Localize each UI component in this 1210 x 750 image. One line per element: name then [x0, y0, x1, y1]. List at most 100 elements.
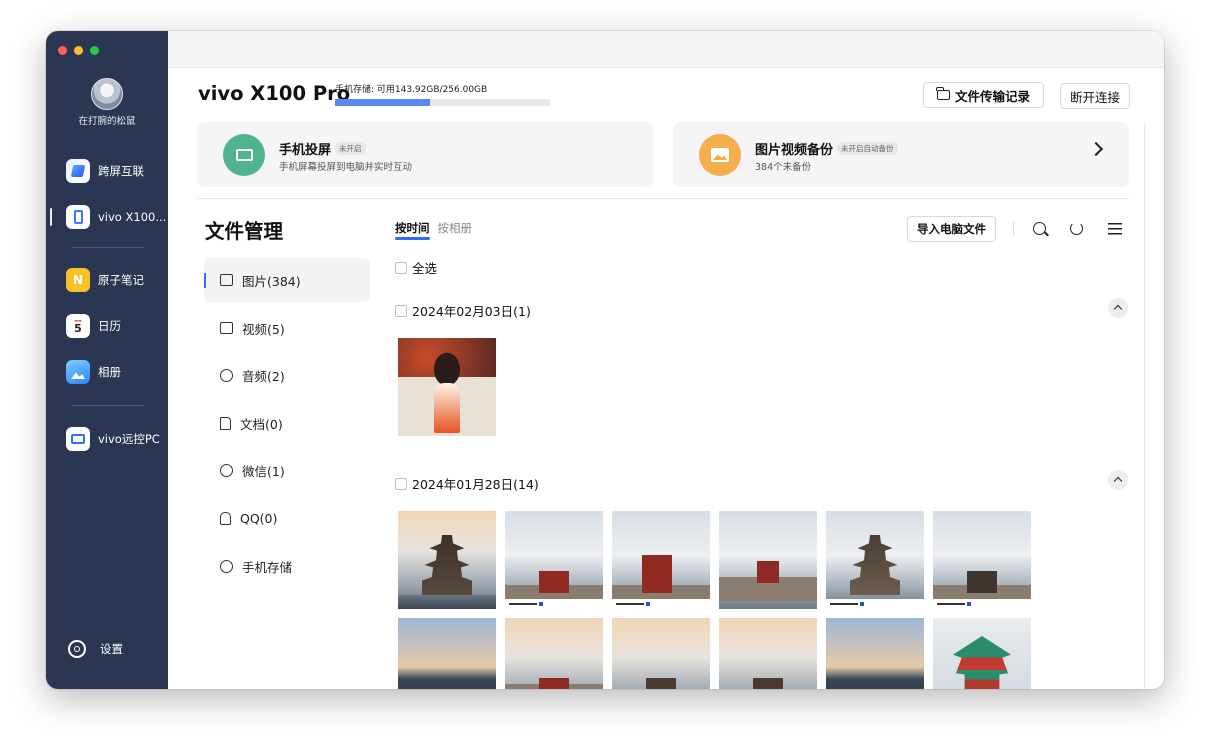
tab-by-time[interactable]: 按时间 [395, 220, 430, 240]
photo-thumbnail[interactable] [719, 618, 817, 689]
scrollbar-track[interactable] [1144, 122, 1145, 689]
photo-thumbnail[interactable] [398, 618, 496, 689]
category-documents[interactable]: 文档(0) [204, 401, 370, 445]
transfer-records-button[interactable]: 文件传输记录 [923, 82, 1044, 108]
date-group-label: 2024年01月28日(14) [412, 477, 539, 492]
app-window: 在打腕的松鼠 跨屏互联 vivo X100... N 原子笔记 ▬▬ 5 日历 相… [46, 31, 1164, 689]
close-window-button[interactable] [58, 46, 67, 55]
date-group-label: 2024年02月03日(1) [412, 304, 531, 319]
refresh-icon[interactable] [1070, 222, 1083, 235]
photo-thumbnail[interactable] [398, 511, 496, 609]
category-label: 音频(2) [242, 368, 285, 384]
category-wechat[interactable]: 微信(1) [204, 448, 370, 492]
window-controls [58, 46, 99, 55]
wechat-icon [220, 463, 233, 477]
photo-backup-icon [699, 134, 741, 176]
storage-text: 手机存储: 可用143.92GB/256.00GB [335, 85, 488, 95]
category-label: 视频(5) [242, 321, 285, 337]
photo-thumbnail[interactable] [826, 511, 924, 609]
photo-thumbnail[interactable] [612, 618, 710, 689]
sidebar-item-cross-screen[interactable]: 跨屏互联 [66, 158, 144, 184]
category-images[interactable]: 图片(384) [204, 258, 370, 302]
list-view-icon[interactable] [1108, 223, 1122, 235]
storage-progress-bar [335, 99, 550, 106]
calendar-icon: ▬▬ 5 [66, 314, 90, 338]
category-label: 文档(0) [240, 416, 283, 432]
sidebar-divider [72, 247, 144, 248]
title-bar [168, 31, 1164, 68]
minimize-window-button[interactable] [74, 46, 83, 55]
document-icon [220, 416, 231, 430]
collapse-group-button[interactable] [1108, 470, 1128, 490]
avatar[interactable] [91, 78, 123, 110]
sidebar-item-atom-notes[interactable]: N 原子笔记 [66, 267, 144, 293]
view-tabs: 按时间 按相册 [395, 220, 473, 240]
category-videos[interactable]: 视频(5) [204, 306, 370, 350]
select-all-checkbox[interactable] [395, 261, 407, 274]
photo-thumbnail[interactable] [612, 511, 710, 609]
chevron-right-icon[interactable] [1088, 141, 1104, 157]
sidebar-item-device[interactable]: vivo X100... [66, 204, 166, 230]
date-group-header: 2024年01月28日(14) [395, 474, 539, 493]
card-subtitle: 384个未备份 [755, 162, 812, 173]
sidebar-item-label: 日历 [98, 319, 121, 333]
date-group-header: 2024年02月03日(1) [395, 301, 531, 320]
username: 在打腕的松鼠 [78, 116, 136, 127]
disconnect-button[interactable]: 断开连接 [1060, 83, 1130, 109]
sidebar-active-indicator [50, 208, 52, 226]
sidebar-item-label: 原子笔记 [98, 273, 144, 287]
status-badge: 未开启 [335, 142, 366, 155]
main-panel: vivo X100 Pro 手机存储: 可用143.92GB/256.00GB … [168, 31, 1164, 689]
group-checkbox[interactable] [395, 304, 407, 317]
sidebar: 在打腕的松鼠 跨屏互联 vivo X100... N 原子笔记 ▬▬ 5 日历 相… [46, 31, 168, 689]
sidebar-item-album[interactable]: 相册 [66, 359, 121, 385]
divider [197, 198, 1129, 199]
photo-thumbnail[interactable] [933, 618, 1031, 689]
select-all-label: 全选 [412, 261, 438, 276]
import-pc-files-button[interactable]: 导入电脑文件 [907, 216, 996, 242]
photo-thumbnail[interactable] [505, 618, 603, 689]
sidebar-item-calendar[interactable]: ▬▬ 5 日历 [66, 313, 121, 339]
section-title: 文件管理 [205, 220, 284, 243]
video-icon [220, 322, 233, 334]
card-title: 手机投屏 未开启 [279, 139, 366, 158]
toolbar-divider [1013, 222, 1014, 236]
storage-progress-fill [335, 99, 430, 106]
screen-mirror-card[interactable]: 手机投屏 未开启 手机屏幕投屏到电脑并实时互动 [197, 122, 653, 187]
sidebar-item-label: vivo X100... [98, 210, 167, 224]
photo-thumbnail[interactable] [505, 511, 603, 609]
photo-thumbnail[interactable] [933, 511, 1031, 609]
settings-label: 设置 [100, 642, 123, 656]
photo-thumbnail[interactable] [719, 511, 817, 609]
zoom-window-button[interactable] [90, 46, 99, 55]
status-badge: 未开启自动备份 [837, 142, 898, 155]
gear-icon [68, 640, 86, 658]
settings-button[interactable]: 设置 [68, 640, 123, 658]
calendar-icon-day: 5 [74, 322, 82, 335]
category-phone-storage[interactable]: 手机存储 [204, 544, 370, 588]
photo-thumbnail[interactable] [398, 338, 496, 436]
storage-icon [220, 559, 233, 573]
collapse-group-button[interactable] [1108, 298, 1128, 318]
select-all-row[interactable]: 全选 [395, 258, 437, 277]
sidebar-item-remote-pc[interactable]: vivo远控PC [66, 426, 160, 452]
tab-by-album[interactable]: 按相册 [438, 220, 473, 236]
category-qq[interactable]: QQ(0) [204, 496, 370, 540]
category-active-indicator [204, 273, 206, 288]
qq-icon [220, 511, 231, 525]
sidebar-divider [72, 405, 144, 406]
photo-thumbnail[interactable] [826, 618, 924, 689]
sidebar-item-label: 跨屏互联 [98, 164, 144, 178]
transfer-records-label: 文件传输记录 [954, 88, 1030, 104]
category-label: 图片(384) [242, 273, 301, 289]
search-icon[interactable] [1033, 222, 1046, 235]
photo-backup-card[interactable]: 图片视频备份 未开启自动备份 384个未备份 [673, 122, 1129, 187]
audio-icon [220, 368, 233, 382]
card-subtitle: 手机屏幕投屏到电脑并实时互动 [279, 162, 413, 173]
group-checkbox[interactable] [395, 477, 407, 490]
cross-screen-icon [66, 159, 90, 183]
category-audio[interactable]: 音频(2) [204, 353, 370, 397]
card-title-text: 手机投屏 [279, 143, 332, 158]
atom-notes-icon: N [66, 268, 90, 292]
album-icon [66, 360, 90, 384]
